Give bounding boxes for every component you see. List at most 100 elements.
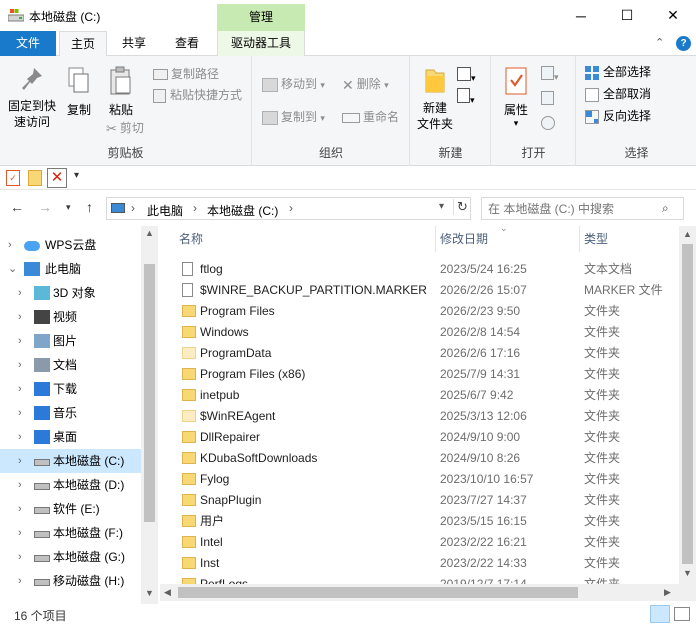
close-button[interactable]: ✕ <box>650 0 696 31</box>
expand-chevron-right-icon[interactable]: › <box>18 305 22 329</box>
nav-item[interactable]: › 桌面 <box>0 425 141 449</box>
nav-scroll-up-icon[interactable]: ▲ <box>145 228 154 238</box>
forward-arrow-icon[interactable]: → <box>38 199 52 215</box>
paste-shortcut-button[interactable]: 粘贴快捷方式 <box>153 85 242 105</box>
expand-chevron-right-icon[interactable]: › <box>18 497 22 521</box>
expand-chevron-right-icon[interactable]: › <box>8 233 12 257</box>
nav-scrollbar[interactable]: ▲ ▼ <box>141 226 158 604</box>
file-row[interactable]: $WINRE_BACKUP_PARTITION.MARKER 2026/2/26 … <box>160 280 679 301</box>
history-button[interactable] <box>541 116 561 136</box>
file-row[interactable]: ProgramData 2026/2/6 17:16 文件夹 <box>160 343 679 364</box>
file-row[interactable]: Inst 2023/2/22 14:33 文件夹 <box>160 553 679 574</box>
easy-access-button[interactable]: ▾ <box>457 86 483 106</box>
h-scroll-thumb[interactable] <box>178 587 578 598</box>
minimize-button[interactable]: ─ <box>558 0 604 31</box>
column-header-type[interactable]: 类型 <box>580 226 679 252</box>
paste-button[interactable]: 粘贴 <box>102 66 140 118</box>
file-row[interactable]: inetpub 2025/6/7 9:42 文件夹 <box>160 385 679 406</box>
tab-file[interactable]: 文件 <box>0 31 56 56</box>
nav-scroll-thumb[interactable] <box>144 264 155 522</box>
delete-button[interactable]: ✕ 删除 ▾ <box>342 74 389 94</box>
file-row[interactable]: Fylog 2023/10/10 16:57 文件夹 <box>160 469 679 490</box>
help-icon[interactable]: ? <box>676 36 691 51</box>
move-to-button[interactable]: 移动到 ▾ <box>262 74 325 94</box>
qat-new-folder-icon[interactable] <box>28 170 42 186</box>
new-folder-button[interactable]: 新建 文件夹 <box>413 66 457 132</box>
qat-properties-icon[interactable]: ✓ <box>6 170 20 186</box>
address-dropdown-icon[interactable]: ▾ <box>439 201 444 212</box>
nav-item[interactable]: › WPS云盘 <box>0 233 141 257</box>
recent-locations-icon[interactable]: ▾ <box>66 202 71 213</box>
expand-chevron-right-icon[interactable]: › <box>18 473 22 497</box>
expand-chevron-right-icon[interactable]: › <box>18 521 22 545</box>
copy-to-button[interactable]: 复制到 ▾ <box>262 107 325 127</box>
large-icons-view-icon[interactable] <box>674 607 690 621</box>
v-scroll-up-icon[interactable]: ▲ <box>683 229 692 239</box>
v-scroll-down-icon[interactable]: ▼ <box>683 568 692 578</box>
copy-button[interactable]: 复制 <box>62 66 96 118</box>
search-input[interactable] <box>488 200 658 217</box>
nav-item[interactable]: › 视频 <box>0 305 141 329</box>
nav-item[interactable]: › 软件 (E:) <box>0 497 141 521</box>
address-bar[interactable]: › 此电脑 › 本地磁盘 (C:) › ▾ ↻ <box>106 197 471 220</box>
qat-customize-icon[interactable]: ▾ <box>74 170 79 181</box>
nav-item[interactable]: › 文档 <box>0 353 141 377</box>
properties-button[interactable]: 属性 ▾ <box>496 66 536 128</box>
file-row[interactable]: 用户 2023/5/15 16:15 文件夹 <box>160 511 679 532</box>
file-row[interactable]: Program Files 2026/2/23 9:50 文件夹 <box>160 301 679 322</box>
open-button[interactable]: ▾ <box>541 66 565 86</box>
nav-item[interactable]: › 本地磁盘 (C:) <box>0 449 141 473</box>
invert-selection-button[interactable]: 反向选择 <box>585 106 651 126</box>
column-header-date[interactable]: 修改日期 <box>436 226 580 252</box>
tab-view[interactable]: 查看 <box>164 31 210 56</box>
expand-chevron-right-icon[interactable]: › <box>18 377 22 401</box>
nav-item[interactable]: › 下载 <box>0 377 141 401</box>
file-row[interactable]: Windows 2026/2/8 14:54 文件夹 <box>160 322 679 343</box>
nav-item[interactable]: › 图片 <box>0 329 141 353</box>
edit-button[interactable] <box>541 91 561 111</box>
expand-chevron-right-icon[interactable]: › <box>18 425 22 449</box>
file-row[interactable]: $WinREAgent 2025/3/13 12:06 文件夹 <box>160 406 679 427</box>
expand-chevron-down-icon[interactable]: ⌄ <box>8 257 17 281</box>
nav-item[interactable]: ⌄ 此电脑 <box>0 257 141 281</box>
pin-quick-access-button[interactable]: 固定到快 速访问 <box>4 66 60 130</box>
nav-item[interactable]: › 本地磁盘 (D:) <box>0 473 141 497</box>
rename-button[interactable]: 重命名 <box>342 107 399 127</box>
tab-drive-tools[interactable]: 驱动器工具 <box>217 31 305 56</box>
nav-item[interactable]: › 3D 对象 <box>0 281 141 305</box>
expand-chevron-right-icon[interactable]: › <box>18 449 22 473</box>
file-row[interactable]: Intel 2023/2/22 16:21 文件夹 <box>160 532 679 553</box>
nav-item[interactable]: › 音乐 <box>0 401 141 425</box>
h-scroll-right-icon[interactable]: ▶ <box>664 587 671 598</box>
file-list-vertical-scrollbar[interactable]: ▲ ▼ <box>679 226 696 584</box>
expand-chevron-right-icon[interactable]: › <box>18 353 22 377</box>
file-row[interactable]: Program Files (x86) 2025/7/9 14:31 文件夹 <box>160 364 679 385</box>
back-arrow-icon[interactable]: ← <box>10 199 24 215</box>
expand-chevron-right-icon[interactable]: › <box>18 401 22 425</box>
file-row[interactable]: KDubaSoftDownloads 2024/9/10 8:26 文件夹 <box>160 448 679 469</box>
file-row[interactable]: DllRepairer 2024/9/10 9:00 文件夹 <box>160 427 679 448</box>
nav-item[interactable]: › 移动磁盘 (H:) <box>0 569 141 593</box>
search-box[interactable]: ⌕ <box>481 197 684 220</box>
search-icon[interactable]: ⌕ <box>662 201 669 216</box>
nav-scroll-down-icon[interactable]: ▼ <box>145 588 154 598</box>
expand-chevron-right-icon[interactable]: › <box>18 329 22 353</box>
h-scroll-left-icon[interactable]: ◀ <box>164 587 171 598</box>
up-arrow-icon[interactable]: ↑ <box>86 199 93 215</box>
select-all-button[interactable]: 全部选择 <box>585 62 651 82</box>
tab-home[interactable]: 主页 <box>59 31 107 57</box>
cut-button[interactable]: ✂ 剪切 <box>106 118 144 138</box>
maximize-button[interactable]: ☐ <box>604 0 650 31</box>
tab-share[interactable]: 共享 <box>111 31 157 56</box>
breadcrumb-drive-c[interactable]: 本地磁盘 (C:) <box>207 202 278 219</box>
qat-delete-icon[interactable]: ✕ <box>47 168 67 188</box>
column-header-name[interactable]: 名称 <box>160 226 436 252</box>
v-scroll-thumb[interactable] <box>682 244 693 564</box>
expand-chevron-right-icon[interactable]: › <box>18 281 22 305</box>
expand-chevron-right-icon[interactable]: › <box>18 569 22 593</box>
breadcrumb-this-pc[interactable]: 此电脑 <box>147 202 183 219</box>
details-view-icon[interactable] <box>650 605 670 623</box>
file-row[interactable]: ftlog 2023/5/24 16:25 文本文档 <box>160 259 679 280</box>
file-list-horizontal-scrollbar[interactable]: ◀ ▶ <box>160 584 679 601</box>
nav-item[interactable]: › 本地磁盘 (G:) <box>0 545 141 569</box>
